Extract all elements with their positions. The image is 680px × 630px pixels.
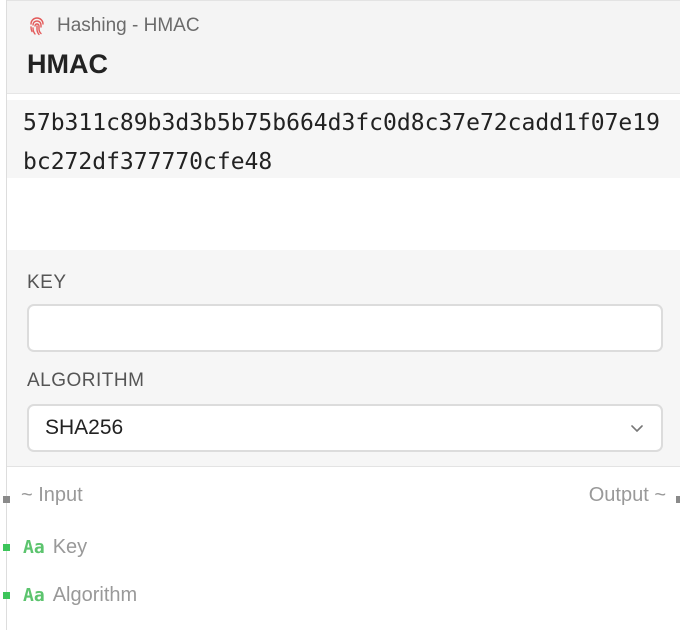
node-header: Hashing - HMAC HMAC: [7, 0, 680, 94]
algorithm-select[interactable]: SHA256: [27, 404, 663, 452]
input-port[interactable]: [3, 496, 10, 503]
algorithm-label: ALGORITHM: [27, 370, 145, 391]
output-port[interactable]: [676, 496, 680, 503]
algorithm-select-value: SHA256: [45, 416, 124, 439]
node-subtitle-row: Hashing - HMAC: [27, 14, 200, 38]
fingerprint-icon: [27, 16, 47, 36]
param-row-key: Aa Key: [23, 532, 87, 562]
input-label: ~ Input: [21, 484, 83, 506]
key-port[interactable]: [3, 544, 10, 551]
algorithm-port[interactable]: [3, 592, 10, 599]
key-label: KEY: [27, 272, 67, 293]
string-type-icon: Aa: [23, 584, 45, 606]
settings-panel: KEY ALGORITHM SHA256: [7, 250, 680, 467]
output-label: Output ~: [588, 484, 666, 506]
io-row: ~ Input Output ~: [7, 484, 680, 514]
param-label-algorithm: Algorithm: [52, 583, 138, 606]
param-row-algorithm: Aa Algorithm: [23, 580, 137, 610]
chevron-down-icon: [629, 420, 645, 436]
key-input[interactable]: [27, 304, 663, 352]
string-type-icon: Aa: [23, 536, 45, 558]
param-label-key: Key: [52, 535, 88, 558]
node-subtitle: Hashing - HMAC: [57, 15, 200, 36]
hmac-node: Hashing - HMAC HMAC 57b311c89b3d3b5b75b6…: [6, 0, 680, 630]
node-title: HMAC: [27, 49, 108, 79]
hash-output[interactable]: 57b311c89b3d3b5b75b664d3fc0d8c37e72cadd1…: [7, 100, 680, 178]
